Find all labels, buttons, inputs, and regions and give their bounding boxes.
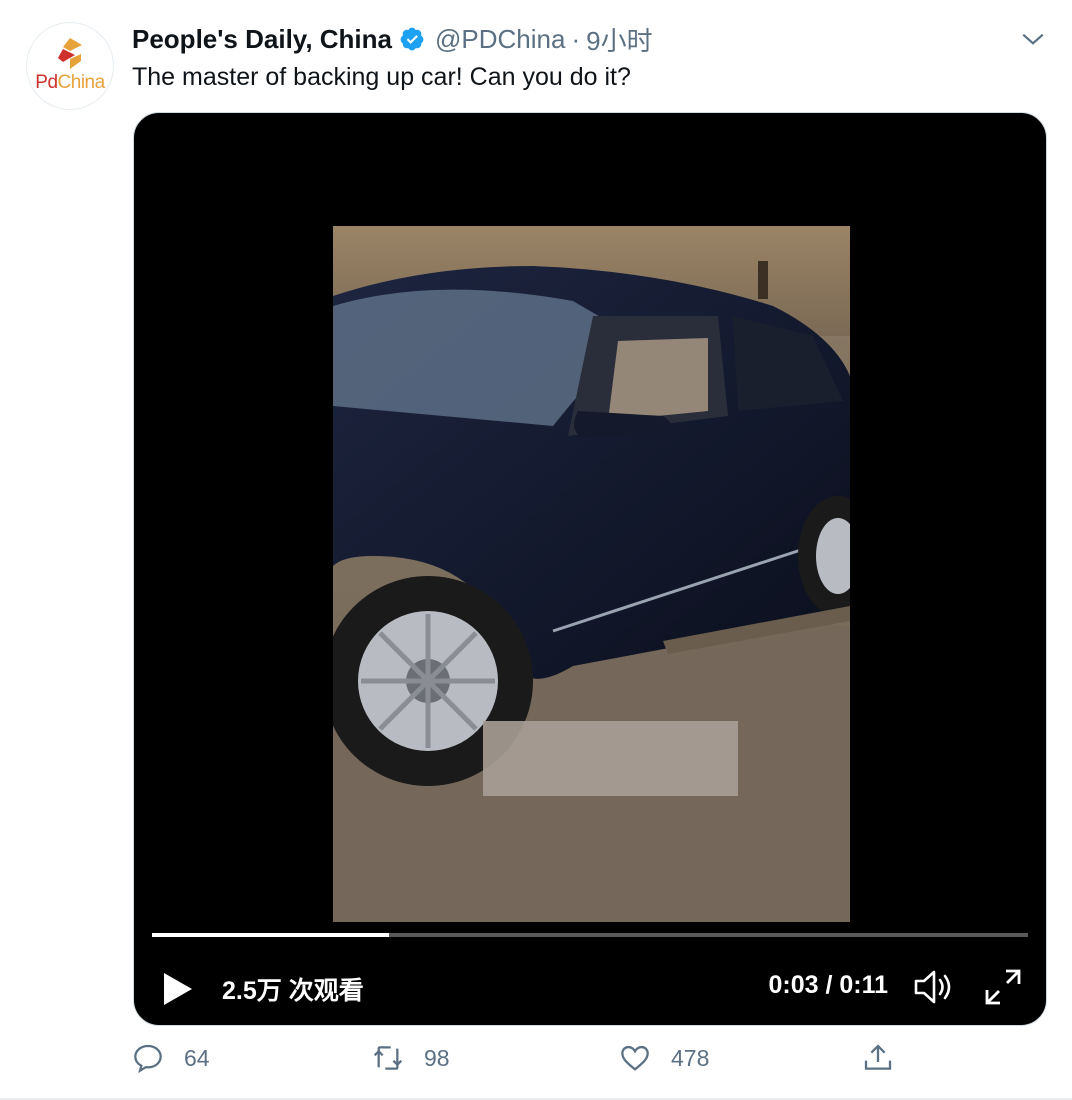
avatar[interactable]: PdChina [26,22,114,110]
video-timecode: 0:03 / 0:11 [768,971,888,999]
play-icon[interactable] [162,971,194,1007]
view-count: 2.5万 次观看 [222,977,364,1005]
display-name[interactable]: People's Daily, China [132,24,392,55]
logo-china-text: China [57,71,106,93]
tweet-card[interactable]: PdChina People's Daily, China @PDChina ·… [0,0,1072,1100]
reply-count: 64 [184,1044,210,1071]
separator-dot: · [571,23,581,54]
like-button[interactable]: 478 [619,1042,709,1074]
verified-badge-icon [400,27,424,51]
retweet-count: 98 [424,1044,450,1071]
reply-button[interactable]: 64 [132,1042,210,1074]
volume-icon[interactable] [912,967,956,1007]
share-button[interactable] [862,1042,894,1074]
logo-pd-text: Pd [35,71,58,93]
fullscreen-icon[interactable] [984,968,1022,1006]
video-frame[interactable] [333,226,850,922]
tweet-actions: 64 98 478 [132,1042,1032,1084]
video-controls: 2.5万 次观看 0:03 / 0:11 [134,953,1046,1023]
heart-icon [621,1045,649,1071]
tweet-text: The master of backing up car! Can you do… [132,63,631,91]
chevron-down-icon[interactable] [1020,26,1046,52]
video-frame-image [333,226,850,922]
share-icon [864,1044,892,1070]
video-player[interactable]: PEOPLE'S DAILY [133,112,1047,1026]
retweet-icon [373,1046,403,1070]
tweet-timestamp[interactable]: 9小时 [586,21,652,58]
video-progress-fill [152,933,389,937]
like-count: 478 [671,1044,710,1071]
video-progress-bar[interactable] [152,933,1028,937]
user-handle[interactable]: @PDChina [435,24,565,55]
pdchina-logo-icon [58,37,82,69]
tweet-header: People's Daily, China @PDChina · 9小时 [132,22,653,56]
avatar-logo-text: PdChina [35,71,106,93]
retweet-button[interactable]: 98 [372,1042,450,1074]
reply-icon [134,1044,162,1074]
